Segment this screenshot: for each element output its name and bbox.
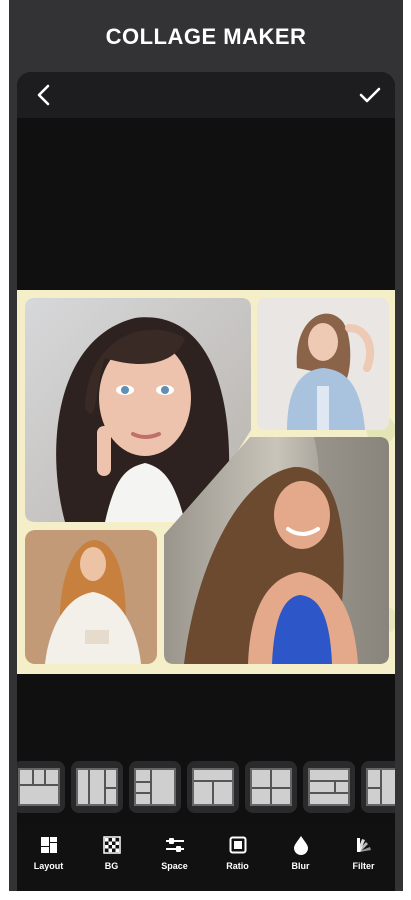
editor-topbar: [17, 72, 395, 118]
nav-label: Layout: [33, 861, 64, 871]
nav-space[interactable]: Space: [147, 835, 203, 871]
nav-label: Blur: [291, 861, 310, 871]
nav-label: Filter: [352, 861, 375, 871]
layout-thumbnail: [366, 768, 395, 806]
collage-canvas[interactable]: [17, 290, 395, 674]
filter-fan-icon: [354, 835, 374, 855]
layout-option-7[interactable]: [361, 761, 395, 813]
bottom-toolbar: Layout BG Space Ratio Blur Filter: [17, 825, 395, 891]
photo-woman-white-blouse: [25, 530, 157, 664]
done-button[interactable]: [355, 80, 385, 110]
layout-thumbnail: [134, 768, 176, 806]
back-button[interactable]: [29, 80, 59, 110]
layout-picker[interactable]: [17, 756, 395, 818]
layout-option-3[interactable]: [129, 761, 181, 813]
nav-ratio[interactable]: Ratio: [210, 835, 266, 871]
editor-screen: Layout BG Space Ratio Blur Filter: [17, 72, 395, 891]
device-frame: COLLAGE MAKER Layout BG Space Ratio Blur…: [9, 0, 403, 891]
layout-grid-icon: [39, 835, 59, 855]
layout-thumbnail: [76, 768, 118, 806]
checkmark-icon: [359, 87, 381, 103]
nav-layout[interactable]: Layout: [21, 835, 77, 871]
layout-option-4[interactable]: [187, 761, 239, 813]
layout-option-2[interactable]: [71, 761, 123, 813]
droplet-icon: [291, 835, 311, 855]
layout-thumbnail: [308, 768, 350, 806]
photo-woman-denim-shirt: [257, 298, 389, 430]
app-title: COLLAGE MAKER: [105, 24, 307, 49]
nav-filter[interactable]: Filter: [336, 835, 392, 871]
layout-thumbnail: [18, 768, 60, 806]
chevron-left-icon: [37, 84, 50, 106]
nav-bg[interactable]: BG: [84, 835, 140, 871]
layout-option-6[interactable]: [303, 761, 355, 813]
nav-label: Ratio: [226, 861, 249, 871]
sliders-icon: [165, 835, 185, 855]
photo-cell-2[interactable]: [257, 298, 389, 430]
layout-thumbnail: [192, 768, 234, 806]
nav-label: BG: [104, 861, 119, 871]
nav-blur[interactable]: Blur: [273, 835, 329, 871]
layout-option-1[interactable]: [17, 761, 65, 813]
layout-thumbnail: [250, 768, 292, 806]
checker-pattern-icon: [102, 835, 122, 855]
photo-cell-4[interactable]: [25, 530, 157, 664]
photo-woman-blue-top-tree: [164, 437, 389, 664]
layout-option-5[interactable]: [245, 761, 297, 813]
square-ratio-icon: [228, 835, 248, 855]
nav-label: Space: [161, 861, 188, 871]
photo-cell-3[interactable]: [164, 437, 389, 664]
